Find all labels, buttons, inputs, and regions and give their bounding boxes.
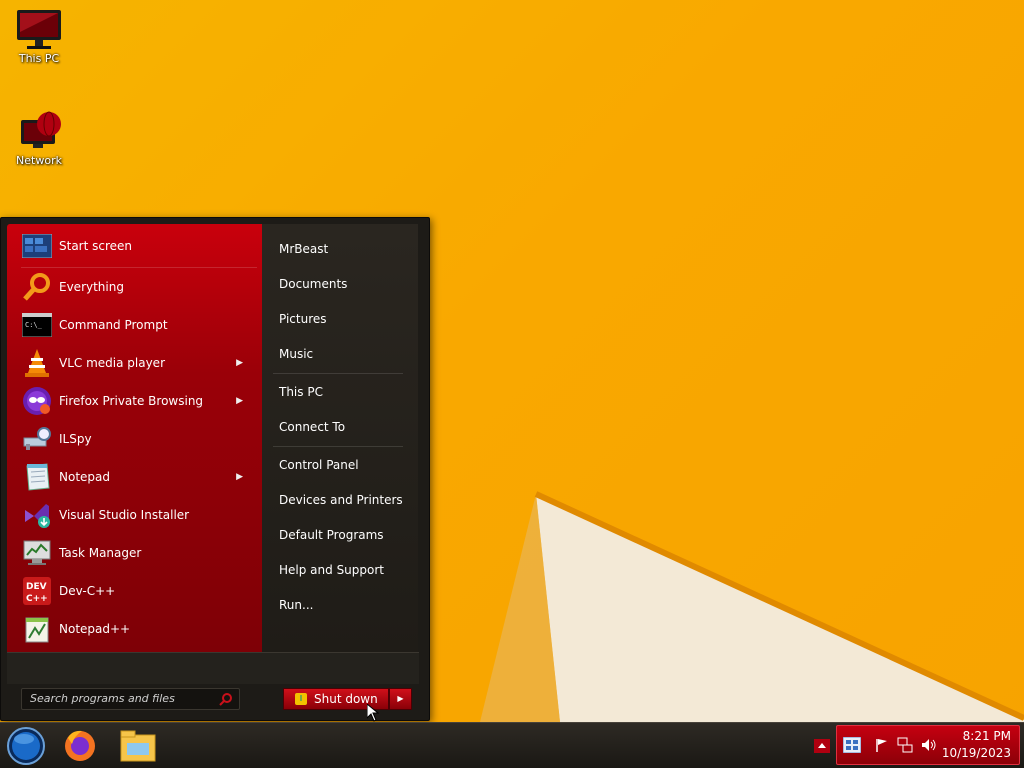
ilspy-icon: [21, 423, 53, 455]
submenu-arrow-icon: ▶: [236, 396, 243, 406]
place-this-pc[interactable]: This PC: [279, 382, 323, 402]
menu-item-notepadpp[interactable]: Notepad++: [21, 611, 257, 647]
shutdown-options-button[interactable]: ▶: [389, 688, 412, 710]
desktop-icon-label: Network: [16, 154, 62, 167]
menu-item-label: Visual Studio Installer: [59, 508, 190, 522]
start-orb-icon[interactable]: [6, 726, 46, 768]
network-globe-icon: [15, 110, 63, 150]
clock-date: 10/19/2023: [941, 746, 1011, 760]
menu-item-label: Dev-C++: [59, 584, 116, 598]
place-connect-to[interactable]: Connect To: [279, 417, 345, 437]
notepadpp-icon: [21, 613, 53, 645]
search-placeholder: Search programs and files: [30, 692, 175, 705]
place-music[interactable]: Music: [279, 344, 313, 364]
notepad-icon: [21, 461, 53, 493]
submenu-arrow-icon: ▶: [236, 358, 243, 368]
menu-item-vlc[interactable]: VLC media player ▶: [21, 345, 257, 381]
place-pictures[interactable]: Pictures: [279, 309, 327, 329]
system-tray: 8:21 PM 10/19/2023: [836, 725, 1020, 765]
menu-item-command-prompt[interactable]: C:\_ Command Prompt: [21, 307, 257, 343]
menu-item-label: Command Prompt: [59, 318, 168, 332]
menu-item-label: Everything: [59, 280, 124, 294]
terminal-icon: C:\_: [21, 309, 53, 341]
menu-item-label: VLC media player: [59, 356, 166, 370]
clock-time: 8:21 PM: [962, 729, 1011, 743]
menu-item-label: Notepad++: [59, 622, 131, 636]
search-icon[interactable]: [219, 692, 233, 713]
place-help-support[interactable]: Help and Support: [279, 560, 384, 580]
mouse-cursor-icon: [367, 704, 379, 722]
file-explorer-icon[interactable]: [119, 729, 157, 766]
vlc-cone-icon: [21, 347, 53, 379]
place-user-folder[interactable]: MrBeast: [279, 239, 328, 259]
menu-item-ilspy[interactable]: ILSpy: [21, 421, 257, 457]
menu-item-label: ILSpy: [59, 432, 92, 446]
firefox-private-icon: [21, 385, 53, 417]
shutdown-shield-icon: [294, 692, 308, 712]
place-devices-printers[interactable]: Devices and Printers: [279, 490, 403, 510]
menu-item-start-screen[interactable]: Start screen: [21, 228, 257, 264]
svg-text:C++: C++: [26, 594, 48, 604]
menu-item-label: Firefox Private Browsing: [59, 394, 204, 408]
separator: [273, 373, 403, 374]
menu-item-everything[interactable]: Everything: [21, 269, 257, 305]
submenu-arrow-icon: ▶: [236, 472, 243, 482]
visual-studio-installer-icon: [21, 499, 53, 531]
clock[interactable]: 8:21 PM 10/19/2023: [942, 728, 1011, 762]
network-icon[interactable]: [897, 737, 913, 756]
menu-item-task-manager[interactable]: Task Manager: [21, 535, 257, 571]
devcpp-icon: DEV C++: [21, 575, 53, 607]
show-hidden-icon[interactable]: [814, 739, 830, 756]
menu-item-label: Notepad: [59, 470, 110, 484]
place-control-panel[interactable]: Control Panel: [279, 455, 359, 475]
magnifier-icon: [21, 271, 53, 303]
desktop-icon-this-pc[interactable]: This PC: [4, 8, 74, 65]
chevron-right-icon: ▶: [397, 694, 404, 703]
action-center-icon[interactable]: [842, 736, 862, 756]
all-programs-strip[interactable]: [7, 652, 419, 684]
menu-item-firefox-private[interactable]: Firefox Private Browsing ▶: [21, 383, 257, 419]
place-documents[interactable]: Documents: [279, 274, 347, 294]
firefox-icon[interactable]: [62, 728, 98, 767]
monitor-icon: [15, 8, 63, 49]
desktop-icon-label: This PC: [18, 52, 60, 65]
menu-item-notepad[interactable]: Notepad ▶: [21, 459, 257, 495]
desktop-icon-network[interactable]: Network: [4, 110, 74, 167]
menu-item-label: Task Manager: [59, 546, 142, 560]
start-screen-icon: [21, 230, 53, 262]
place-run[interactable]: Run...: [279, 595, 313, 615]
menu-item-devcpp[interactable]: DEV C++ Dev-C++: [21, 573, 257, 609]
start-menu: Start screen Everything C:\_ Command Pro…: [0, 217, 430, 721]
volume-icon[interactable]: [921, 738, 937, 755]
separator: [273, 446, 403, 447]
search-input[interactable]: Search programs and files: [21, 688, 240, 710]
menu-item-label: Start screen: [59, 239, 133, 253]
menu-item-visual-studio-installer[interactable]: Visual Studio Installer: [21, 497, 257, 533]
action-center-flag-icon[interactable]: [875, 738, 889, 755]
separator: [21, 267, 257, 268]
svg-text:C:\_: C:\_: [25, 321, 43, 329]
place-default-programs[interactable]: Default Programs: [279, 525, 384, 545]
svg-text:DEV: DEV: [26, 582, 47, 592]
task-manager-icon: [21, 537, 53, 569]
